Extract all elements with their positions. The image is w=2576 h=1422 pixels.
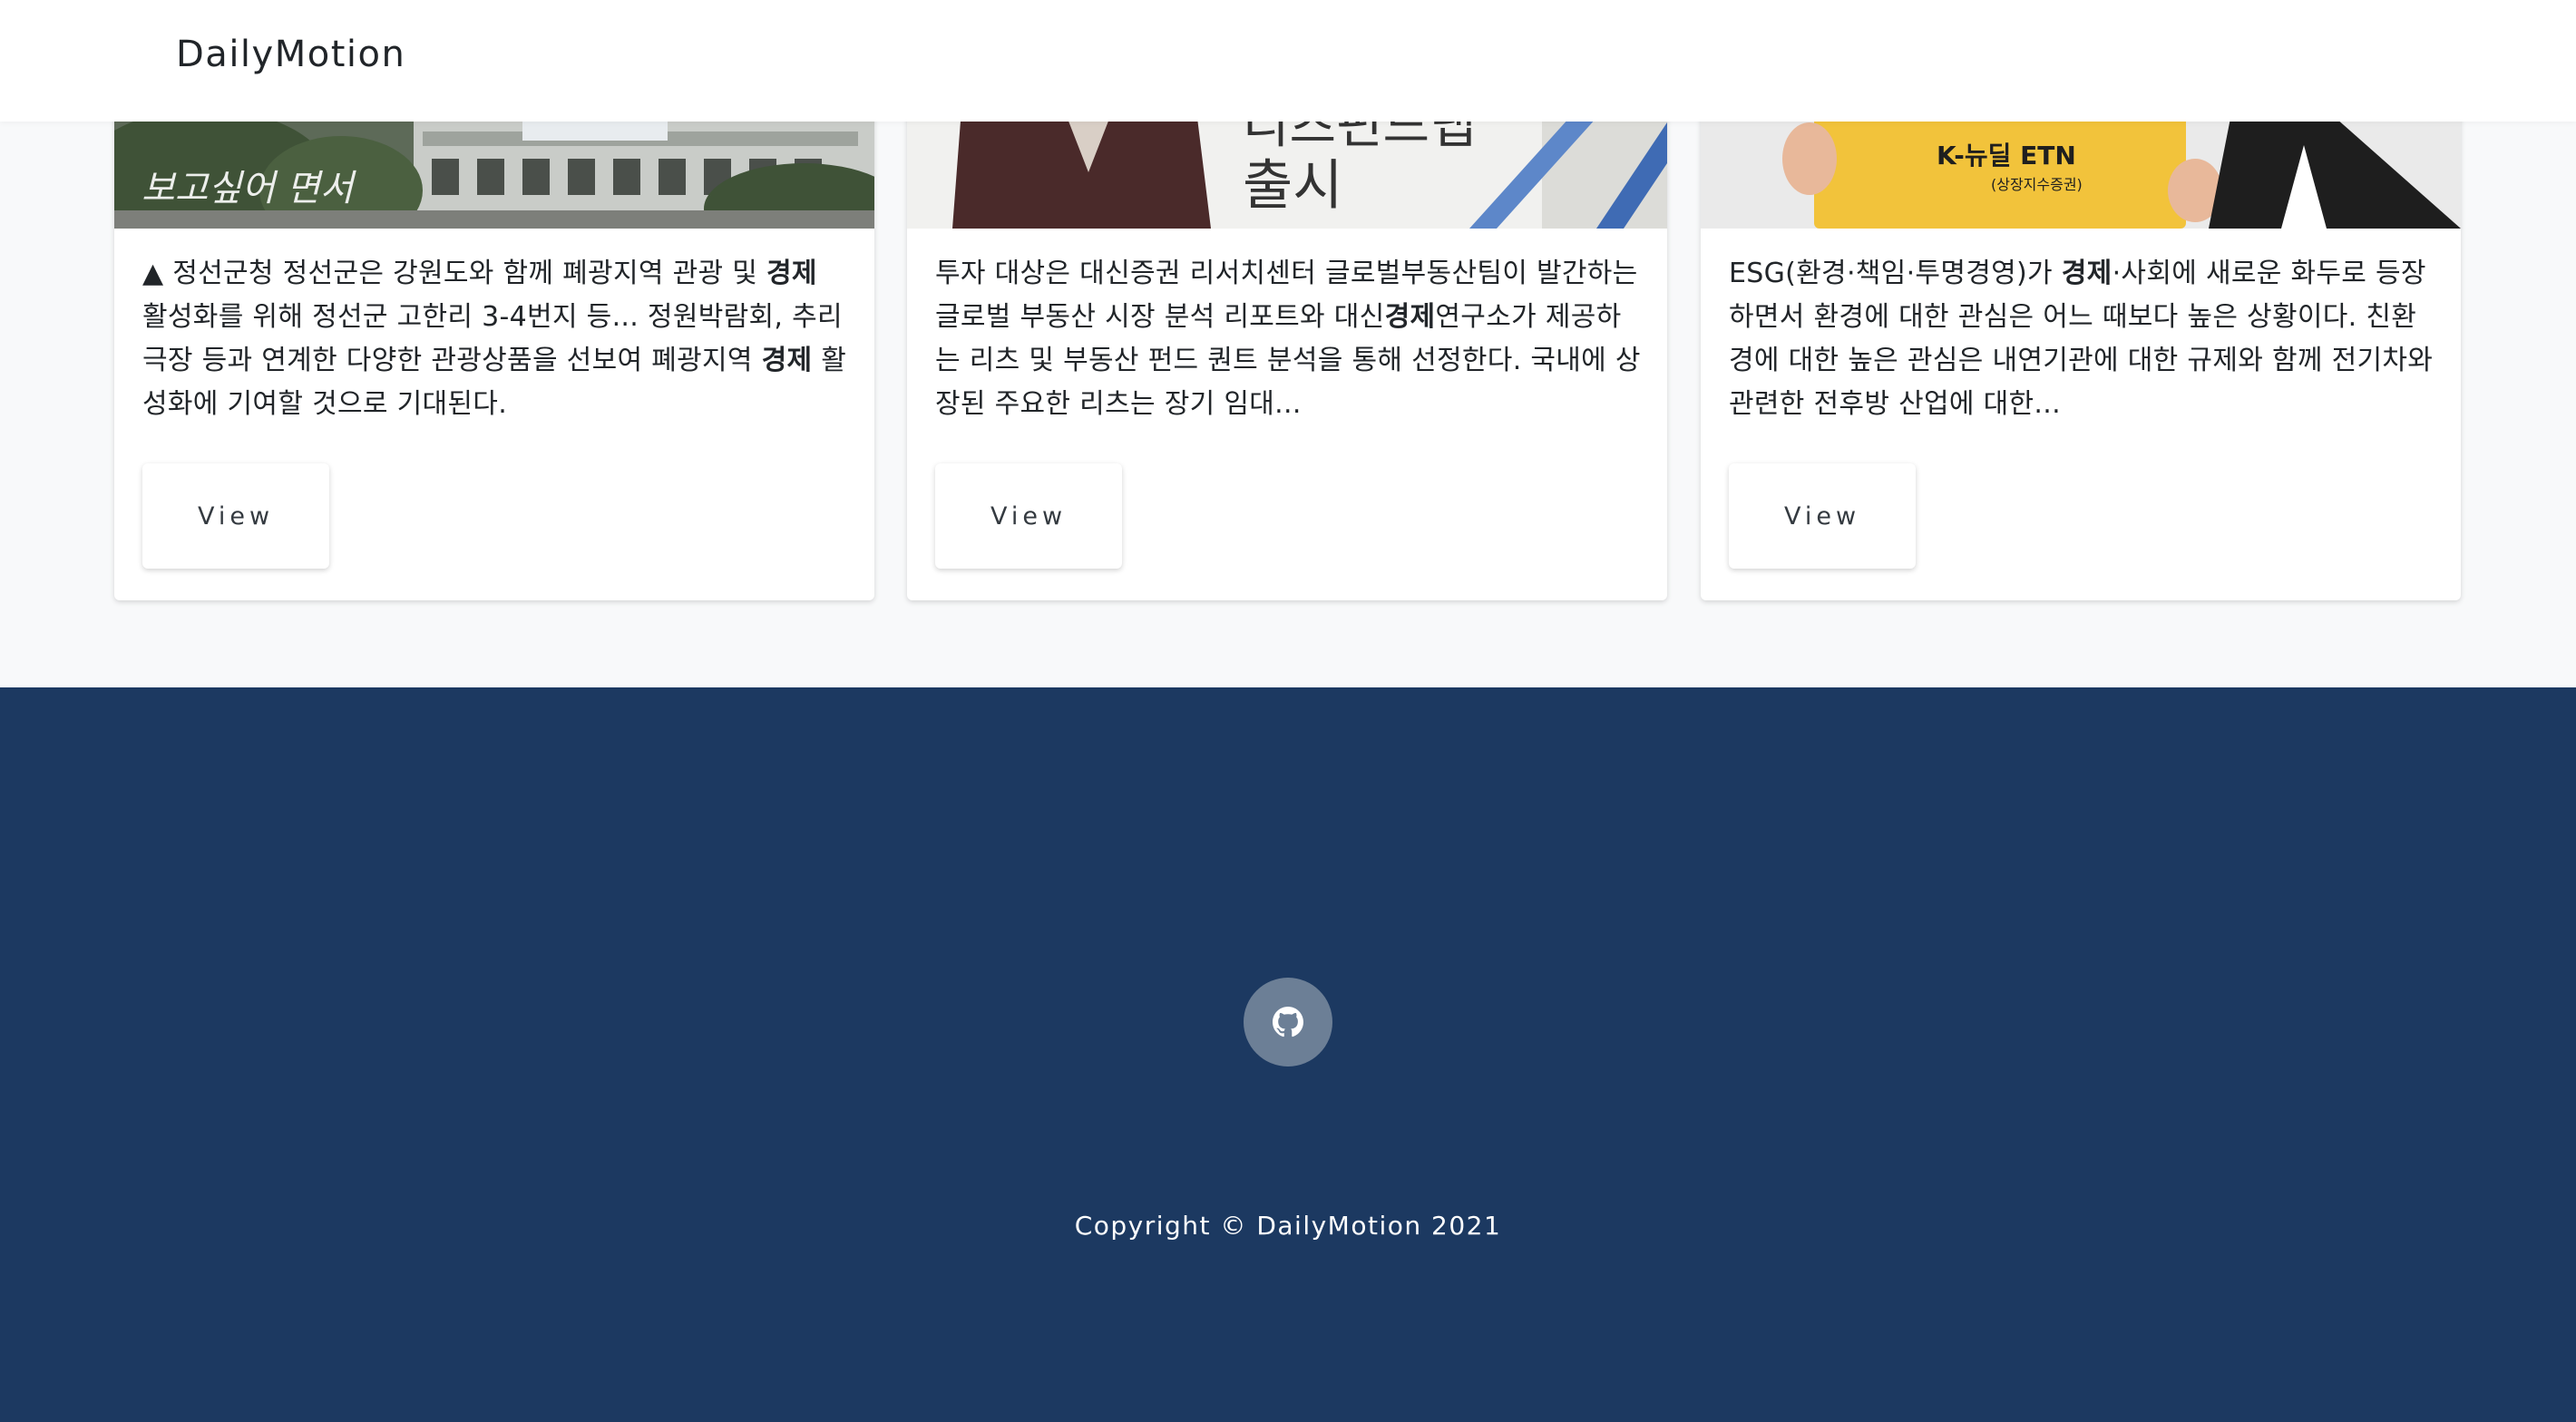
- view-button[interactable]: View: [935, 463, 1122, 569]
- card-image-caption: 출시: [1243, 154, 1343, 218]
- card-text: ESG(환경·책임·투명경영)가 경제·사회에 새로운 화두로 등장하면서 환경…: [1729, 258, 2434, 420]
- card-image-caption: K-뉴딜 ETN: [1937, 141, 2076, 170]
- github-icon: [1273, 1007, 1303, 1037]
- footer: Copyright © DailyMotion 2021: [0, 687, 2576, 1422]
- view-button[interactable]: View: [142, 463, 329, 569]
- card-image-caption: (상장지수증권): [1991, 176, 2083, 193]
- brand-logo[interactable]: DailyMotion: [176, 27, 405, 82]
- card-text: ▲ 정선군청 정선군은 강원도와 함께 폐광지역 관광 및 경제 활성화를 위해…: [142, 258, 847, 420]
- card-image-caption: 보고싶어 면서: [141, 168, 354, 209]
- view-button[interactable]: View: [1729, 463, 1916, 569]
- copyright-text: Copyright © DailyMotion 2021: [1074, 1211, 1502, 1241]
- github-link[interactable]: [1244, 978, 1332, 1066]
- card-text: 투자 대상은 대신증권 리서치센터 글로벌부동산팀이 발간하는 글로벌 부동산 …: [935, 258, 1641, 420]
- top-navbar: DailyMotion: [0, 0, 2576, 122]
